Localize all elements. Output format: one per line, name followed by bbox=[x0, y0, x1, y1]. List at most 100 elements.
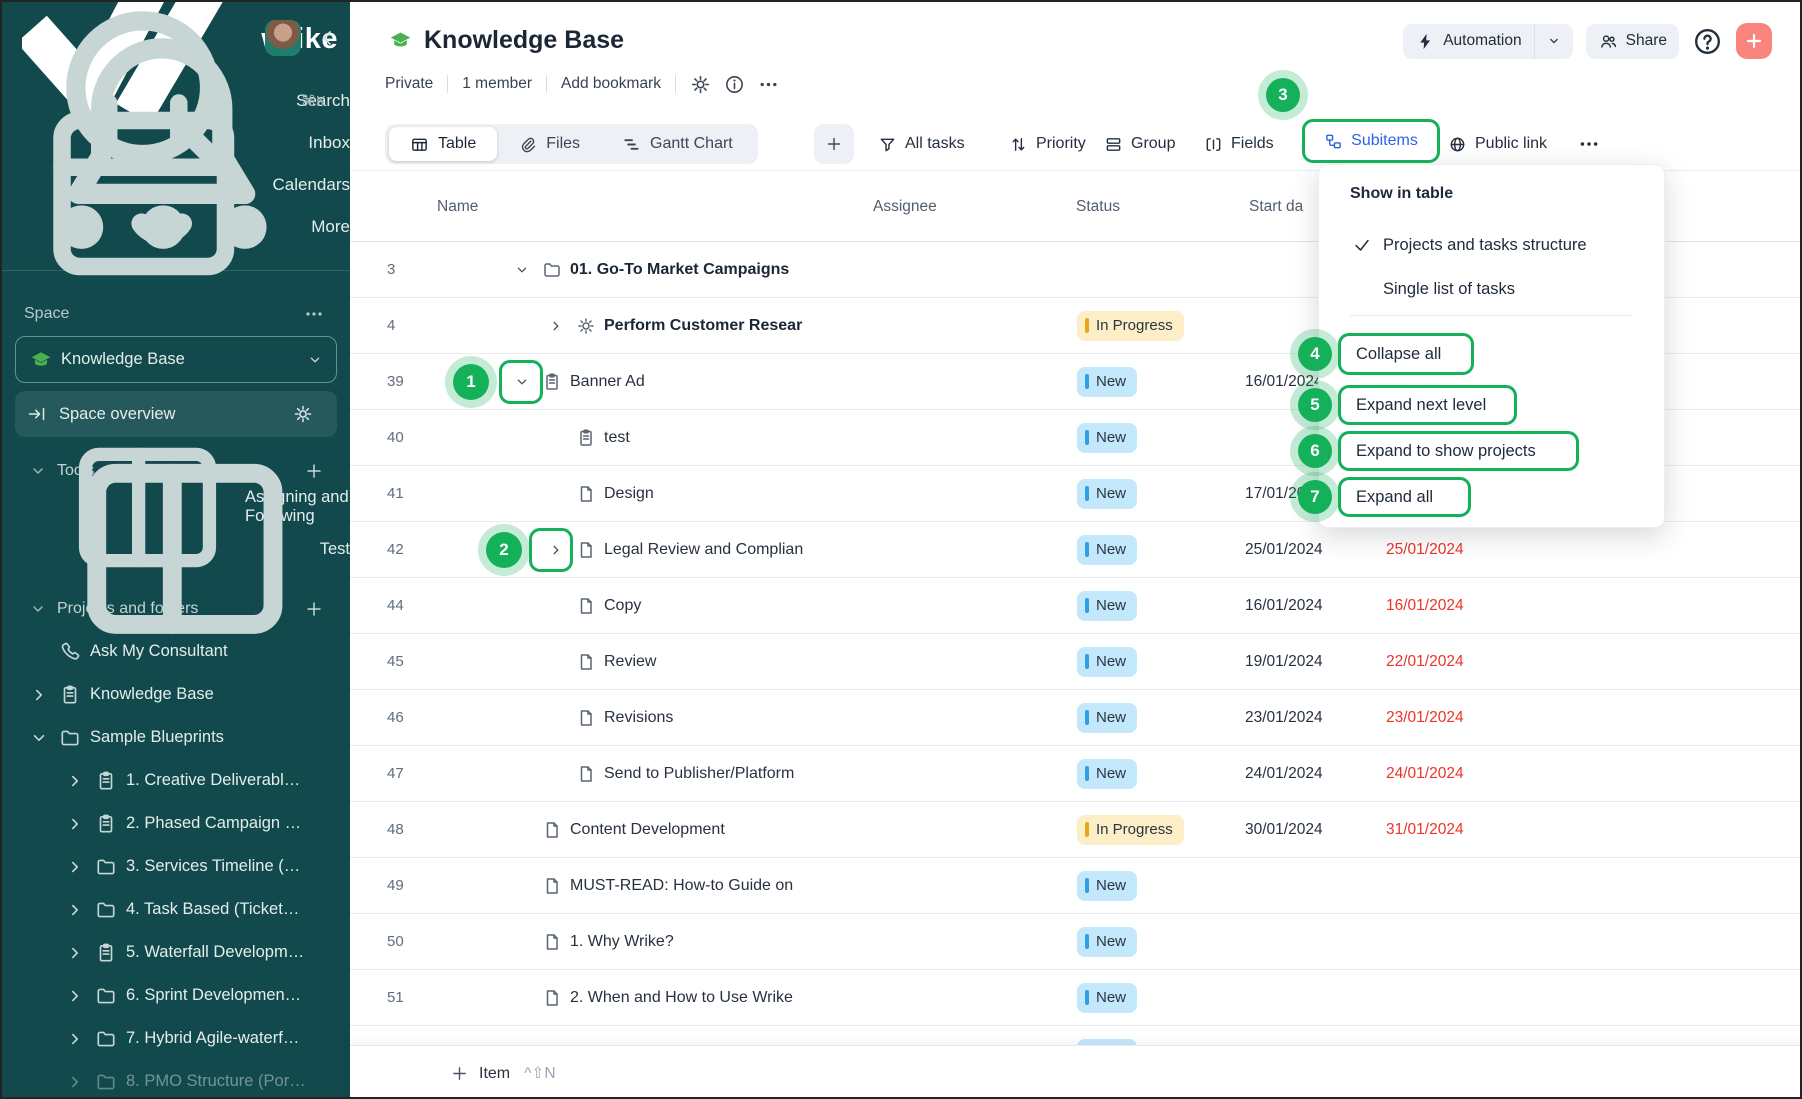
toolbar-more-button[interactable] bbox=[1578, 124, 1600, 164]
more-dots-icon[interactable] bbox=[758, 74, 779, 95]
due-date[interactable]: 16/01/2024 bbox=[1386, 597, 1464, 615]
space-menu-icon[interactable] bbox=[304, 304, 324, 324]
table-row[interactable]: 512. When and How to Use WrikeNew bbox=[350, 970, 1802, 1026]
add-item-button[interactable]: Item bbox=[450, 1064, 510, 1083]
chevron-right-icon[interactable] bbox=[64, 856, 86, 878]
members-label[interactable]: 1 member bbox=[462, 75, 532, 93]
sidebar-project-item[interactable]: 1. Creative Deliverabl… bbox=[2, 759, 350, 802]
status-badge[interactable]: New bbox=[1077, 983, 1137, 1013]
chevron-right-icon[interactable] bbox=[64, 985, 86, 1007]
table-row[interactable]: 45ReviewNew19/01/202422/01/2024 bbox=[350, 634, 1802, 690]
dropdown-action-expand-to-show-projects[interactable]: Expand to show projects bbox=[1338, 431, 1579, 471]
start-date[interactable]: 25/01/2024 bbox=[1245, 541, 1323, 559]
status-badge[interactable]: New bbox=[1077, 591, 1137, 621]
chevron-right-icon[interactable] bbox=[64, 813, 86, 835]
due-date[interactable]: 24/01/2024 bbox=[1386, 765, 1464, 783]
chevron-right-icon[interactable] bbox=[64, 770, 86, 792]
due-date[interactable]: 25/01/2024 bbox=[1386, 541, 1464, 559]
dropdown-option-projects-structure[interactable]: Projects and tasks structure bbox=[1319, 223, 1664, 267]
sidebar-project-item[interactable]: 7. Hybrid Agile-waterf… bbox=[2, 1017, 350, 1060]
sidebar-project-item[interactable]: 2. Phased Campaign … bbox=[2, 802, 350, 845]
share-button[interactable]: Share bbox=[1586, 24, 1679, 59]
sidebar-tool-item[interactable]: Test bbox=[2, 528, 350, 570]
start-date[interactable]: 23/01/2024 bbox=[1245, 709, 1323, 727]
sidebar-project-item[interactable]: Sample Blueprints bbox=[2, 716, 350, 759]
subitems-button[interactable]: Subitems bbox=[1302, 119, 1440, 163]
sort-button[interactable]: Priority bbox=[1009, 124, 1086, 164]
sidebar-item-more[interactable]: More bbox=[2, 206, 350, 248]
gear-icon[interactable] bbox=[293, 404, 313, 424]
sidebar-project-item[interactable]: 8. PMO Structure (Por… bbox=[2, 1060, 350, 1097]
table-row[interactable]: 48Content DevelopmentIn Progress30/01/20… bbox=[350, 802, 1802, 858]
dropdown-action-expand-next-level[interactable]: Expand next level bbox=[1338, 385, 1517, 425]
create-button[interactable] bbox=[1736, 23, 1772, 59]
chevron-right-icon[interactable] bbox=[28, 684, 50, 706]
public-link-button[interactable]: Public link bbox=[1448, 124, 1547, 164]
sidebar-project-item[interactable]: 3. Services Timeline (… bbox=[2, 845, 350, 888]
status-badge[interactable]: New bbox=[1077, 759, 1137, 789]
tab-table[interactable]: Table bbox=[389, 127, 497, 161]
due-date[interactable]: 23/01/2024 bbox=[1386, 709, 1464, 727]
tab-files[interactable]: Files bbox=[497, 127, 601, 161]
due-date[interactable]: 22/01/2024 bbox=[1386, 653, 1464, 671]
table-row[interactable]: 46RevisionsNew23/01/202423/01/2024 bbox=[350, 690, 1802, 746]
dropdown-action-expand-all[interactable]: Expand all bbox=[1338, 477, 1471, 517]
status-badge[interactable]: In Progress bbox=[1077, 815, 1184, 845]
add-bookmark-link[interactable]: Add bookmark bbox=[561, 75, 661, 93]
table-row[interactable]: 44CopyNew16/01/202416/01/2024 bbox=[350, 578, 1802, 634]
table-row[interactable]: 42Legal Review and ComplianNew25/01/2024… bbox=[350, 522, 1802, 578]
due-date[interactable]: 31/01/2024 bbox=[1386, 821, 1464, 839]
dropdown-action-collapse-all[interactable]: Collapse all bbox=[1338, 333, 1474, 375]
column-header-assignee[interactable]: Assignee bbox=[873, 198, 937, 216]
dropdown-option-single-list[interactable]: Single list of tasks bbox=[1319, 267, 1664, 311]
table-row[interactable]: 47Send to Publisher/PlatformNew24/01/202… bbox=[350, 746, 1802, 802]
status-badge[interactable]: New bbox=[1077, 703, 1137, 733]
sidebar-section-tools[interactable]: Tools bbox=[2, 456, 350, 486]
chevron-down-icon[interactable] bbox=[28, 461, 48, 481]
status-badge[interactable]: New bbox=[1077, 367, 1137, 397]
chevron-down-icon[interactable] bbox=[513, 261, 531, 279]
chevron-down-icon[interactable] bbox=[28, 727, 50, 749]
sidebar-project-item[interactable]: 4. Task Based (Ticket… bbox=[2, 888, 350, 931]
start-date[interactable]: 19/01/2024 bbox=[1245, 653, 1323, 671]
add-view-button[interactable] bbox=[814, 124, 854, 164]
info-icon[interactable] bbox=[724, 74, 745, 95]
chevron-right-icon[interactable] bbox=[64, 1028, 86, 1050]
status-badge[interactable]: New bbox=[1077, 423, 1137, 453]
fields-button[interactable]: Fields bbox=[1204, 124, 1274, 164]
automation-button[interactable]: Automation bbox=[1403, 24, 1572, 59]
status-badge[interactable]: In Progress bbox=[1077, 311, 1184, 341]
privacy-label[interactable]: Private bbox=[385, 75, 433, 93]
sidebar-project-item[interactable]: 5. Waterfall Developm… bbox=[2, 931, 350, 974]
plus-icon[interactable] bbox=[304, 599, 324, 619]
start-date[interactable]: 16/01/2024 bbox=[1245, 597, 1323, 615]
gear-icon[interactable] bbox=[690, 74, 711, 95]
sidebar-project-item[interactable]: Knowledge Base bbox=[2, 673, 350, 716]
start-date[interactable]: 24/01/2024 bbox=[1245, 765, 1323, 783]
filter-button[interactable]: All tasks bbox=[878, 124, 965, 164]
chevron-right-icon[interactable] bbox=[64, 1071, 86, 1093]
sidebar-project-item[interactable]: 6. Sprint Developmen… bbox=[2, 974, 350, 1017]
chevron-right-icon[interactable] bbox=[64, 942, 86, 964]
status-badge[interactable]: New bbox=[1077, 647, 1137, 677]
chevron-right-icon[interactable] bbox=[64, 899, 86, 921]
collapse-sidebar-icon[interactable] bbox=[315, 26, 339, 50]
start-date[interactable]: 30/01/2024 bbox=[1245, 821, 1323, 839]
plus-icon[interactable] bbox=[304, 461, 324, 481]
status-badge[interactable]: New bbox=[1077, 535, 1137, 565]
group-button[interactable]: Group bbox=[1104, 124, 1175, 164]
chevron-down-icon[interactable] bbox=[1546, 33, 1562, 49]
tab-gantt-chart[interactable]: Gantt Chart bbox=[601, 127, 754, 161]
status-badge[interactable]: New bbox=[1077, 479, 1137, 509]
table-row[interactable]: 501. Why Wrike?New bbox=[350, 914, 1802, 970]
space-selector[interactable]: Knowledge Base bbox=[15, 336, 337, 383]
column-header-name[interactable]: Name bbox=[437, 198, 478, 216]
table-row[interactable]: 49MUST-READ: How-to Guide onNew bbox=[350, 858, 1802, 914]
column-header-status[interactable]: Status bbox=[1076, 198, 1120, 216]
status-badge[interactable]: New bbox=[1077, 927, 1137, 957]
chevron-down-icon[interactable] bbox=[28, 599, 48, 619]
column-header-start-date[interactable]: Start da bbox=[1249, 198, 1303, 216]
help-icon[interactable] bbox=[1692, 26, 1723, 57]
status-badge[interactable]: New bbox=[1077, 871, 1137, 901]
chevron-right-icon[interactable] bbox=[547, 317, 565, 335]
